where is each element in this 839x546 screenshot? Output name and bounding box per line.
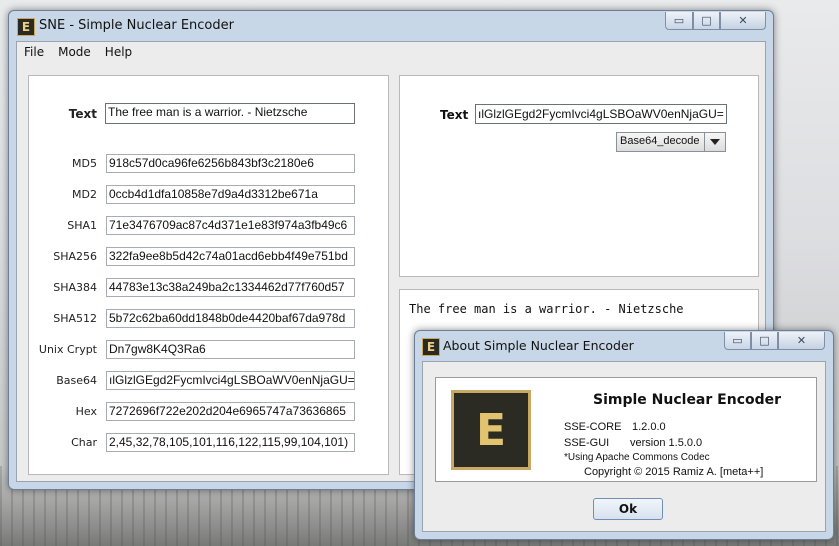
md5-label: MD5 — [72, 157, 97, 170]
gui-label: SSE-GUI — [564, 437, 610, 449]
codec-note: *Using Apache Commons Codec — [564, 452, 710, 463]
sha256-label: SHA256 — [53, 250, 97, 263]
close-button[interactable]: ✕ — [720, 12, 766, 30]
core-label: SSE-CORE — [564, 421, 622, 433]
about-client-area: E Simple Nuclear Encoder SSE-CORE 1.2.0.… — [422, 361, 826, 532]
ok-button[interactable]: Ok — [593, 498, 663, 520]
hex-field[interactable]: 7272696f722e202d204e6965747a73636865 — [106, 402, 355, 421]
md5-field[interactable]: 918c57d0ca96fe6256b843bf3c2180e6 — [106, 154, 355, 173]
sha512-label: SHA512 — [53, 312, 97, 325]
about-dialog: E About Simple Nuclear Encoder ▭ □ ✕ E S… — [414, 330, 834, 540]
decoder-output-text: The free man is a warrior. - Nietzsche — [409, 302, 684, 316]
logo-letter: E — [475, 404, 507, 456]
decoder-text-label: Text — [440, 108, 469, 122]
menu-bar: File Mode Help — [17, 42, 765, 63]
sha1-field[interactable]: 71e3476709ac87c4d371e1e83f974a3fb49c6 — [106, 216, 355, 235]
md2-field[interactable]: 0ccb4d1dfa10858e7d9a4d3312be671a — [106, 185, 355, 204]
gui-version: version 1.5.0.0 — [630, 437, 703, 449]
sha512-field[interactable]: 5b72c62ba60dd1848b0de4420baf67da978d — [106, 309, 355, 328]
encoder-text-label: Text — [68, 107, 97, 121]
logo: E — [451, 390, 531, 470]
unix-crypt-label: Unix Crypt — [38, 343, 97, 356]
about-minimize-button[interactable]: ▭ — [724, 332, 751, 350]
decode-mode-select[interactable]: Base64_decode — [616, 132, 726, 152]
menu-mode[interactable]: Mode — [51, 42, 98, 63]
md2-label: MD2 — [72, 188, 97, 201]
about-close-button[interactable]: ✕ — [778, 332, 825, 350]
chevron-down-icon[interactable] — [704, 133, 725, 151]
core-version: 1.2.0.0 — [632, 421, 666, 433]
about-maximize-button[interactable]: □ — [751, 332, 778, 350]
encoder-text-input[interactable]: The free man is a warrior. - Nietzsche — [105, 103, 355, 124]
hex-label: Hex — [75, 405, 97, 418]
menu-file[interactable]: File — [17, 42, 51, 63]
about-title: About Simple Nuclear Encoder — [443, 338, 634, 353]
maximize-button[interactable]: □ — [693, 12, 720, 30]
window-title: SNE - Simple Nuclear Encoder — [39, 18, 234, 33]
sha256-field[interactable]: 322fa9ee8b5d42c74a01acd6ebb4f49e751bd — [106, 247, 355, 266]
decoder-text-input[interactable]: ılGlzlGEgd2FycmIvci4gLSBOaWV0enNjaGU= — [475, 104, 727, 124]
base64-field[interactable]: ılGlzlGEgd2FycmIvci4gLSBOaWV0enNjaGU= — [106, 371, 355, 390]
sha384-label: SHA384 — [53, 281, 97, 294]
base64-label: Base64 — [56, 374, 97, 387]
char-label: Char — [71, 436, 97, 449]
decode-mode-value: Base64_decode — [620, 135, 700, 147]
sha1-label: SHA1 — [67, 219, 97, 232]
sha384-field[interactable]: 44783e13c38a249ba2c1334462d77f760d57 — [106, 278, 355, 297]
app-icon: E — [17, 18, 35, 36]
decoder-panel: Text ılGlzlGEgd2FycmIvci4gLSBOaWV0enNjaG… — [399, 75, 759, 277]
main-titlebar[interactable]: E SNE - Simple Nuclear Encoder ▭ □ ✕ — [9, 11, 773, 39]
menu-help[interactable]: Help — [98, 42, 139, 63]
encoder-panel: Text The free man is a warrior. - Nietzs… — [28, 75, 389, 475]
about-titlebar[interactable]: E About Simple Nuclear Encoder ▭ □ ✕ — [415, 331, 833, 359]
about-app-name: Simple Nuclear Encoder — [593, 392, 782, 408]
char-field[interactable]: 2,45,32,78,105,101,116,122,115,99,104,10… — [106, 433, 355, 452]
unix-crypt-field[interactable]: Dn7gw8K4Q3Ra6 — [106, 340, 355, 359]
about-app-icon: E — [422, 338, 440, 356]
copyright: Copyright © 2015 Ramiz A. [meta++] — [584, 466, 764, 478]
minimize-button[interactable]: ▭ — [665, 12, 693, 30]
about-info-box: E Simple Nuclear Encoder SSE-CORE 1.2.0.… — [435, 377, 817, 482]
